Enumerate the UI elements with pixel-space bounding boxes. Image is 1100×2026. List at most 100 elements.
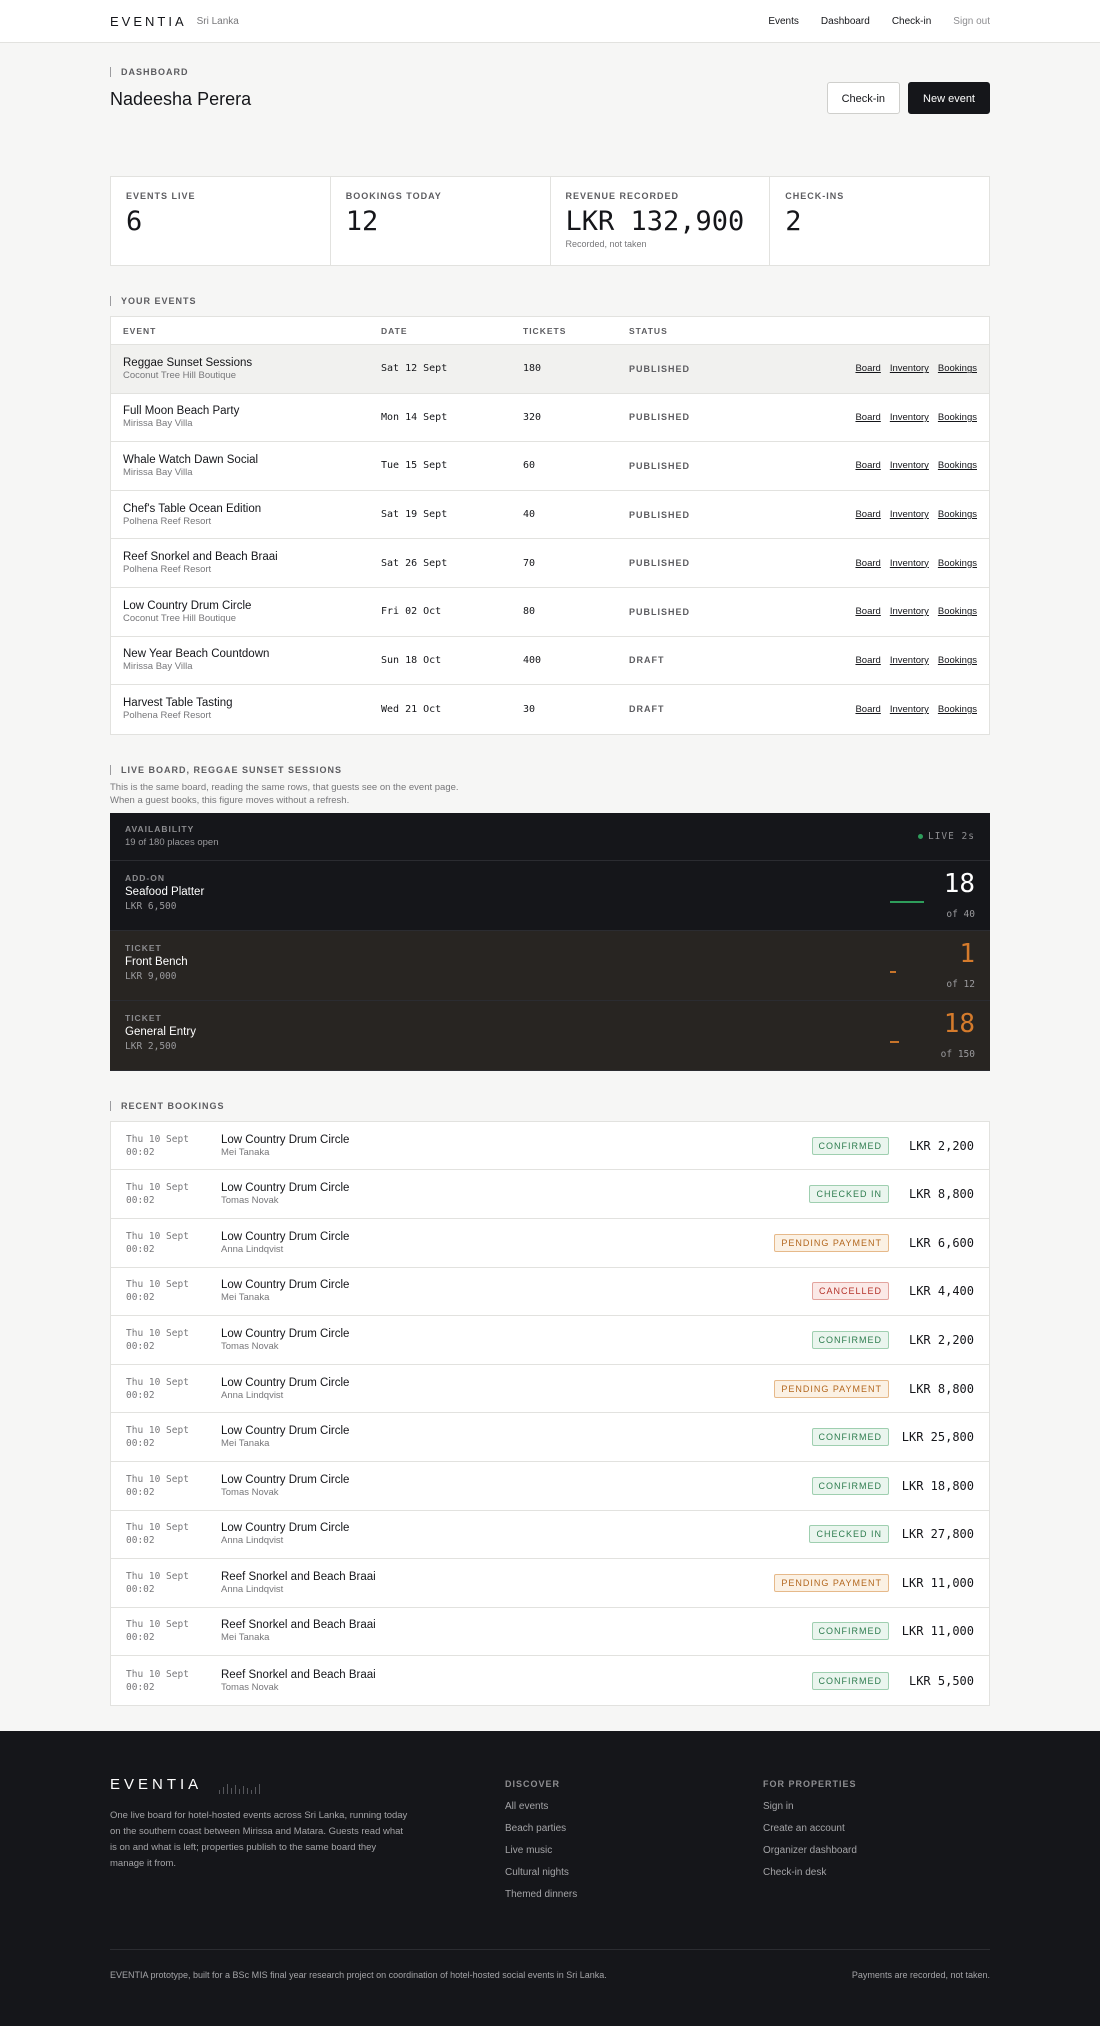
event-date: Sat 12 Sept: [381, 363, 448, 375]
remaining-count: 18: [943, 868, 975, 899]
event-status: DRAFT: [629, 655, 665, 666]
booking-row[interactable]: Thu 10 Sept 00:02 Reef Snorkel and Beach B…: [111, 1656, 989, 1705]
event-actions: Board Inventory Bookings: [809, 412, 989, 423]
booking-day: Thu 10 Sept: [126, 1279, 189, 1291]
stat-bookings-today: BOOKINGS TODAY 12: [331, 177, 551, 265]
bookings-link[interactable]: Bookings: [938, 509, 977, 520]
footer-bottom: EVENTIA prototype, built for a BSc MIS f…: [110, 1948, 990, 1980]
bookings-link[interactable]: Bookings: [938, 363, 977, 374]
bookings-link[interactable]: Bookings: [938, 558, 977, 569]
status-badge: CONFIRMED: [811, 1428, 889, 1447]
footer-link-create-account[interactable]: Create an account: [763, 1823, 857, 1834]
inventory-item: TICKET General Entry LKR 2,500 18 of 150: [110, 1000, 990, 1071]
booking-row[interactable]: Thu 10 Sept 00:02 Reef Snorkel and Beach B…: [111, 1559, 989, 1608]
booking-row[interactable]: Thu 10 Sept 00:02 Low Country Drum Circle M…: [111, 1122, 989, 1171]
inventory-link[interactable]: Inventory: [890, 606, 929, 617]
footer-link-live-music[interactable]: Live music: [505, 1845, 577, 1856]
table-row[interactable]: New Year Beach Countdown Mirissa Bay Vill…: [111, 637, 989, 686]
bookings-link[interactable]: Bookings: [938, 606, 977, 617]
main-content: DASHBOARD Nadeesha Perera Check-in New e…: [110, 43, 990, 1706]
board-link[interactable]: Board: [855, 509, 880, 520]
booking-row[interactable]: Thu 10 Sept 00:02 Low Country Drum Circle A…: [111, 1365, 989, 1414]
board-link[interactable]: Board: [855, 363, 880, 374]
page-title: Nadeesha Perera: [110, 89, 252, 109]
table-row[interactable]: Chef's Table Ocean Edition Polhena Reef R…: [111, 491, 989, 540]
booking-time: Thu 10 Sept 00:02: [111, 1570, 221, 1596]
inventory-link[interactable]: Inventory: [890, 655, 929, 666]
booking-time: Thu 10 Sept 00:02: [111, 1278, 221, 1304]
table-row[interactable]: Harvest Table Tasting Polhena Reef Resort…: [111, 685, 989, 734]
booking-guest: Anna Lindqvist: [221, 1389, 284, 1401]
bookings-link[interactable]: Bookings: [938, 704, 977, 715]
stat-label: REVENUE RECORDED: [565, 191, 680, 201]
booking-guest: Anna Lindqvist: [221, 1243, 284, 1255]
event-status: DRAFT: [629, 704, 665, 715]
nav-sign-out[interactable]: Sign out: [953, 16, 990, 27]
events-table: EVENT DATE TICKETS STATUS Reggae Sunset …: [110, 316, 990, 735]
table-row[interactable]: Reef Snorkel and Beach Braai Polhena Reef…: [111, 539, 989, 588]
booking-guest: Mei Tanaka: [221, 1292, 270, 1304]
footer-link-sign-in[interactable]: Sign in: [763, 1801, 857, 1812]
board-link[interactable]: Board: [855, 655, 880, 666]
table-row[interactable]: Full Moon Beach Party Mirissa Bay Villa Mo…: [111, 394, 989, 443]
bookings-section-label: RECENT BOOKINGS: [110, 1100, 990, 1111]
booking-row[interactable]: Thu 10 Sept 00:02 Low Country Drum Circle M…: [111, 1268, 989, 1317]
table-row[interactable]: Whale Watch Dawn Social Mirissa Bay Villa…: [111, 442, 989, 491]
booking-guest: Anna Lindqvist: [221, 1583, 284, 1595]
footer-link-cultural-nights[interactable]: Cultural nights: [505, 1867, 577, 1878]
nav-events[interactable]: Events: [768, 16, 799, 27]
booking-row[interactable]: Thu 10 Sept 00:02 Low Country Drum Circle T…: [111, 1462, 989, 1511]
availability-row: AVAILABILITY 19 of 180 places open LIVE …: [110, 813, 990, 861]
booking-day: Thu 10 Sept: [126, 1570, 189, 1582]
inventory-link[interactable]: Inventory: [890, 363, 929, 374]
booking-event-name: Low Country Drum Circle: [221, 1230, 350, 1243]
inventory-link[interactable]: Inventory: [890, 558, 929, 569]
live-board-label: LIVE BOARD, REGGAE SUNSET SESSIONS: [110, 764, 990, 775]
booking-day: Thu 10 Sept: [126, 1668, 189, 1680]
board-link[interactable]: Board: [855, 412, 880, 423]
capacity-total: of 40: [946, 908, 975, 920]
booking-row[interactable]: Thu 10 Sept 00:02 Low Country Drum Circle T…: [111, 1316, 989, 1365]
booking-row[interactable]: Thu 10 Sept 00:02 Low Country Drum Circle A…: [111, 1511, 989, 1560]
booking-event-name: Reef Snorkel and Beach Braai: [221, 1619, 376, 1632]
booking-row[interactable]: Thu 10 Sept 00:02 Low Country Drum Circle M…: [111, 1413, 989, 1462]
bookings-link[interactable]: Bookings: [938, 412, 977, 423]
footer-link-all-events[interactable]: All events: [505, 1801, 577, 1812]
event-tickets: 40: [523, 509, 536, 521]
status-badge: CONFIRMED: [811, 1476, 889, 1495]
stat-value: 6: [126, 206, 143, 237]
nav-dashboard[interactable]: Dashboard: [821, 16, 870, 27]
table-row[interactable]: Reggae Sunset Sessions Coconut Tree Hill …: [111, 345, 989, 394]
dashboard-header: DASHBOARD Nadeesha Perera Check-in New e…: [110, 43, 990, 133]
inventory-link[interactable]: Inventory: [890, 412, 929, 423]
footer-link-organizer-dashboard[interactable]: Organizer dashboard: [763, 1845, 857, 1856]
board-link[interactable]: Board: [855, 704, 880, 715]
board-link[interactable]: Board: [855, 558, 880, 569]
footer-link-themed-dinners[interactable]: Themed dinners: [505, 1889, 577, 1900]
remaining-meter-fill: [890, 970, 897, 973]
booking-row[interactable]: Thu 10 Sept 00:02 Reef Snorkel and Beach B…: [111, 1608, 989, 1657]
brand-logo[interactable]: EVENTIA: [110, 14, 187, 29]
booking-day: Thu 10 Sept: [126, 1473, 189, 1485]
check-in-button[interactable]: Check-in: [826, 82, 901, 114]
booking-amount: LKR 8,800: [908, 1381, 974, 1396]
board-link[interactable]: Board: [855, 606, 880, 617]
bookings-link[interactable]: Bookings: [938, 655, 977, 666]
footer-link-beach-parties[interactable]: Beach parties: [505, 1823, 577, 1834]
inventory-item: ADD-ON Seafood Platter LKR 6,500 18 of 40: [110, 861, 990, 931]
new-event-button[interactable]: New event: [908, 82, 990, 114]
bookings-link[interactable]: Bookings: [938, 460, 977, 471]
nav-check-in[interactable]: Check-in: [892, 16, 931, 27]
inventory-link[interactable]: Inventory: [890, 704, 929, 715]
booking-event: Reef Snorkel and Beach Braai Tomas Novak: [221, 1669, 812, 1693]
footer-link-check-in-desk[interactable]: Check-in desk: [763, 1867, 857, 1878]
booking-day: Thu 10 Sept: [126, 1376, 189, 1388]
booking-row[interactable]: Thu 10 Sept 00:02 Low Country Drum Circle T…: [111, 1170, 989, 1219]
board-link[interactable]: Board: [855, 460, 880, 471]
col-status: STATUS: [629, 325, 668, 336]
inventory-link[interactable]: Inventory: [890, 509, 929, 520]
booking-row[interactable]: Thu 10 Sept 00:02 Low Country Drum Circle A…: [111, 1219, 989, 1268]
event-venue: Mirissa Bay Villa: [123, 661, 193, 673]
table-row[interactable]: Low Country Drum Circle Coconut Tree Hill…: [111, 588, 989, 637]
inventory-link[interactable]: Inventory: [890, 460, 929, 471]
